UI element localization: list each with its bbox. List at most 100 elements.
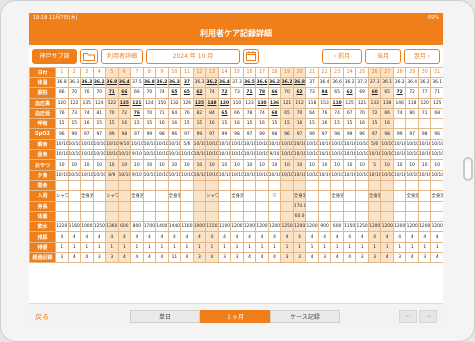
record-cell[interactable]: 1360 (105, 221, 119, 233)
record-cell[interactable]: 16 (230, 118, 244, 130)
record-cell[interactable] (367, 210, 382, 223)
record-cell[interactable]: 10 (430, 159, 443, 171)
record-cell[interactable]: 3 (105, 252, 119, 264)
record-cell[interactable]: 37.3 (367, 76, 382, 89)
record-cell[interactable]: 10/10 (92, 169, 107, 181)
record-cell[interactable]: 86 (55, 87, 69, 99)
record-cell[interactable] (380, 200, 394, 212)
record-cell[interactable]: 64 (167, 107, 182, 120)
record-cell[interactable]: 97 (130, 128, 144, 140)
record-cell[interactable]: 36.8 (142, 76, 157, 89)
record-cell[interactable]: 1400 (155, 221, 169, 233)
record-cell[interactable]: 70 (355, 107, 369, 120)
record-cell[interactable]: 10/10 (67, 138, 82, 151)
record-cell[interactable]: 1160 (67, 221, 82, 233)
record-cell[interactable]: 10/10 (392, 138, 407, 151)
record-cell[interactable]: 全身浴 (167, 190, 182, 202)
record-cell[interactable]: 148 (205, 97, 219, 109)
record-cell[interactable]: 9/10 (130, 169, 144, 181)
record-cell[interactable]: 全身浴 (430, 190, 443, 202)
record-cell[interactable]: 126 (180, 97, 194, 109)
record-cell[interactable]: 10/10 (105, 149, 119, 161)
record-cell[interactable]: 15 (130, 118, 144, 130)
record-cell[interactable]: 120 (55, 97, 69, 109)
record-cell[interactable] (192, 190, 207, 202)
record-cell[interactable] (80, 210, 94, 223)
record-cell[interactable] (130, 179, 144, 192)
record-cell[interactable]: 10/10 (117, 149, 132, 161)
record-cell[interactable] (217, 179, 232, 192)
record-cell[interactable]: 96 (280, 128, 294, 140)
record-cell[interactable]: 36.4 (117, 76, 132, 89)
record-cell[interactable]: 全身浴 (130, 190, 144, 202)
record-cell[interactable] (380, 210, 394, 223)
record-cell[interactable] (430, 118, 443, 130)
record-cell[interactable]: 68 (267, 107, 282, 120)
record-cell[interactable]: 10/10 (430, 149, 443, 161)
record-cell[interactable]: 9/10 (117, 138, 132, 151)
record-cell[interactable]: 10/10 (205, 169, 219, 181)
record-cell[interactable] (392, 210, 407, 223)
record-cell[interactable] (92, 179, 107, 192)
record-cell[interactable]: 16 (255, 118, 269, 130)
record-cell[interactable]: 全身浴 (80, 190, 94, 202)
record-cell[interactable]: 4 (292, 231, 307, 243)
record-cell[interactable]: 1 (180, 241, 194, 254)
record-cell[interactable]: 76 (130, 107, 144, 120)
record-cell[interactable]: 16 (117, 118, 132, 130)
record-cell[interactable]: 10 (267, 159, 282, 171)
record-cell[interactable]: 112 (292, 97, 307, 109)
record-cell[interactable]: 10/10 (217, 169, 232, 181)
record-cell[interactable]: 10/10 (405, 149, 419, 161)
record-cell[interactable]: 4 (305, 252, 319, 264)
record-cell[interactable]: 3 (192, 252, 207, 264)
record-cell[interactable] (180, 190, 194, 202)
record-cell[interactable]: 4 (92, 231, 107, 243)
record-cell[interactable]: 10 (292, 159, 307, 171)
record-cell[interactable]: 36.1 (380, 76, 394, 89)
record-cell[interactable]: 10/10 (355, 149, 369, 161)
record-cell[interactable]: 37.2 (355, 76, 369, 89)
record-cell[interactable] (242, 200, 257, 212)
record-cell[interactable]: 4 (230, 231, 244, 243)
record-cell[interactable]: 15 (192, 118, 207, 130)
record-cell[interactable]: 10/10 (167, 138, 182, 151)
record-cell[interactable]: 4 (205, 231, 219, 243)
record-cell[interactable] (155, 200, 169, 212)
record-cell[interactable]: 10/10 (417, 149, 432, 161)
record-cell[interactable] (142, 190, 157, 202)
record-cell[interactable]: 4 (180, 252, 194, 264)
record-cell[interactable]: 99 (105, 128, 119, 140)
record-cell[interactable] (217, 190, 232, 202)
record-cell[interactable]: 36.1 (430, 76, 443, 89)
record-cell[interactable]: 1000 (192, 221, 207, 233)
record-cell[interactable] (205, 200, 219, 212)
record-cell[interactable]: 10/10 (292, 169, 307, 181)
record-cell[interactable]: 1200 (305, 221, 319, 233)
record-cell[interactable]: 10/10 (330, 169, 344, 181)
record-cell[interactable]: 37.3 (230, 76, 244, 89)
record-cell[interactable]: 15 (367, 118, 382, 130)
record-cell[interactable]: 全身浴 (330, 190, 344, 202)
record-cell[interactable] (167, 210, 182, 223)
record-cell[interactable]: 4 (217, 231, 232, 243)
record-cell[interactable]: 36.4 (317, 76, 332, 89)
record-cell[interactable] (242, 190, 257, 202)
next-month-button[interactable]: 翌月 › (404, 48, 440, 64)
record-cell[interactable]: 70 (292, 107, 307, 120)
record-cell[interactable]: 10/10 (280, 138, 294, 151)
record-cell[interactable] (305, 210, 319, 223)
record-cell[interactable] (155, 179, 169, 192)
record-cell[interactable]: 4 (242, 231, 257, 243)
record-cell[interactable] (267, 200, 282, 212)
record-cell[interactable]: 1 (67, 241, 82, 254)
record-cell[interactable]: 10 (180, 159, 194, 171)
record-cell[interactable]: 98 (117, 128, 132, 140)
record-cell[interactable] (292, 179, 307, 192)
record-cell[interactable]: 1100 (217, 221, 232, 233)
record-cell[interactable]: 65 (380, 87, 394, 99)
record-cell[interactable] (430, 200, 443, 212)
record-cell[interactable] (342, 190, 357, 202)
record-cell[interactable]: 73 (67, 107, 82, 120)
record-cell[interactable] (230, 210, 244, 223)
